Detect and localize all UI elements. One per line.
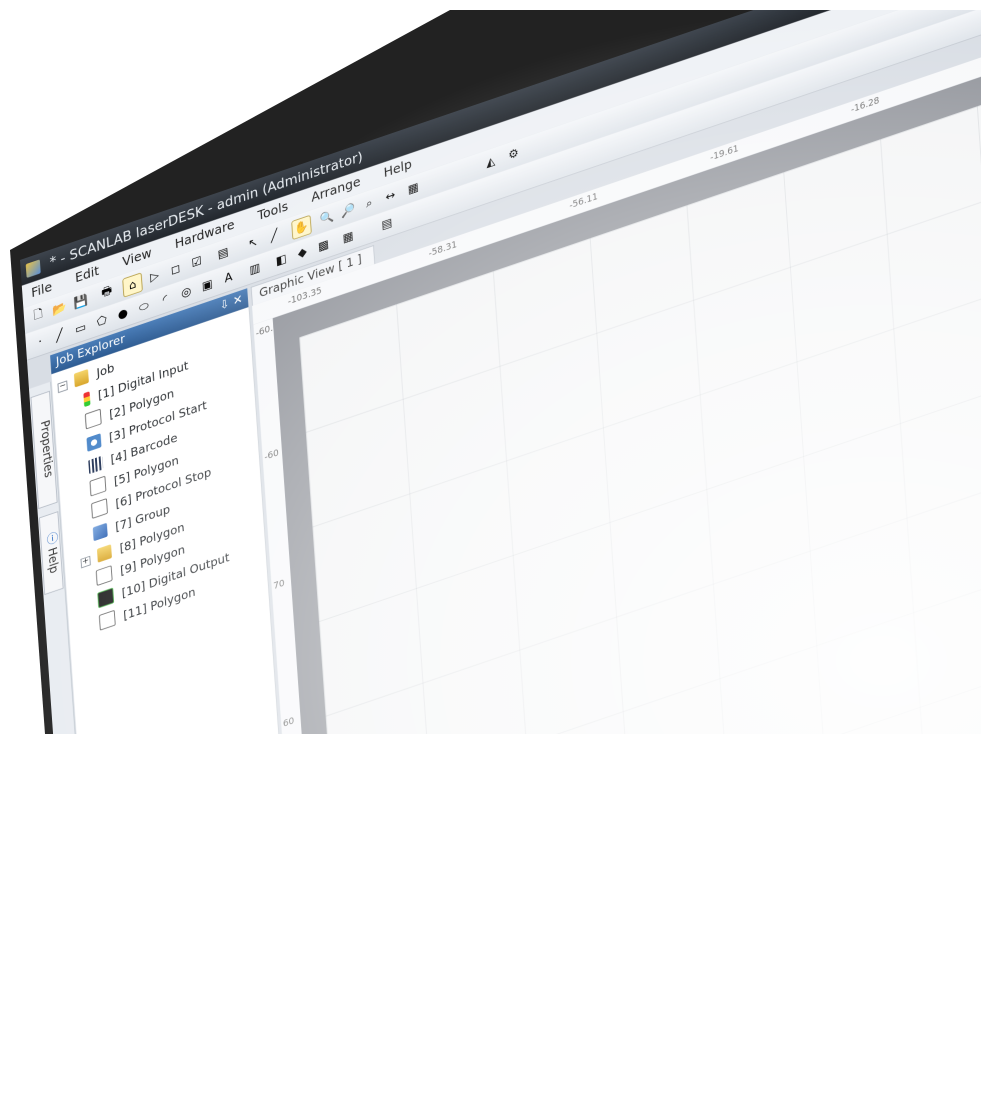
measure-icon[interactable]: ↔ [381, 185, 400, 208]
circle-tool-icon[interactable]: ● [113, 302, 132, 325]
zoom-fit-icon[interactable]: ⌕ [360, 192, 379, 215]
spiral-tool-icon[interactable]: ◎ [177, 281, 196, 304]
polygon-icon [95, 565, 113, 586]
digital-output-icon [97, 587, 115, 609]
hatch-icon[interactable]: ▤ [377, 212, 396, 235]
line-tool-icon[interactable]: ╱ [265, 224, 284, 247]
stop-icon[interactable]: ◻ [166, 258, 185, 281]
tab-properties-label: Properties [37, 418, 55, 480]
rectangle-tool-icon[interactable]: ▭ [71, 317, 90, 340]
open-folder-icon[interactable]: 📂 [50, 297, 69, 320]
tab-help[interactable]: ⓘ Help [38, 511, 64, 596]
job-tree: − Job [1] Digital Input [2] Polygon [3] … [51, 306, 284, 734]
settings-icon[interactable]: ⚙ [504, 143, 523, 166]
protocol-start-icon [86, 433, 102, 452]
pointer-icon[interactable]: ↖ [244, 231, 263, 254]
laserdesk-window: * - SCANLAB laserDESK - admin (Administr… [20, 10, 981, 734]
job-icon [74, 368, 90, 388]
arc-tool-icon[interactable]: ◜ [156, 288, 175, 311]
expand-icon[interactable]: + [80, 555, 91, 569]
job-icon[interactable]: ▤ [214, 242, 233, 265]
polygon-icon [84, 408, 102, 430]
table-icon[interactable]: ▦ [339, 225, 358, 248]
save-icon[interactable]: 💾 [71, 290, 90, 313]
grid-icon[interactable]: ▦ [404, 177, 423, 200]
text-tool-icon[interactable]: A [219, 266, 238, 289]
check-icon[interactable]: ☑ [187, 251, 206, 274]
polygon-tool-icon[interactable]: ⬠ [92, 309, 111, 332]
polygon-folder-icon [97, 544, 113, 563]
line-draw-icon[interactable]: ╱ [50, 324, 69, 347]
ruler-label: -60 [264, 448, 280, 463]
ellipse-tool-icon[interactable]: ⬭ [135, 295, 154, 318]
collapse-icon[interactable]: − [57, 380, 68, 394]
digital-input-icon [83, 391, 91, 408]
layer-icon[interactable]: ◧ [272, 248, 291, 271]
laser-icon[interactable]: ◭ [481, 150, 500, 173]
menu-file[interactable]: File [31, 280, 53, 301]
ruler-label: 70 [273, 578, 285, 592]
image-tool-icon[interactable]: ▣ [198, 273, 217, 296]
zoom-out-icon[interactable]: 🔍 [318, 206, 337, 229]
group-icon[interactable]: ◆ [293, 241, 312, 264]
dot-tool-icon[interactable]: · [31, 330, 50, 353]
barcode-tool-icon[interactable]: ▥ [245, 257, 264, 280]
new-file-icon[interactable]: 🗋 [29, 305, 48, 328]
app-icon [25, 259, 41, 278]
ruler-label: 60 [282, 716, 295, 730]
barcode-icon [88, 455, 104, 475]
polygon-icon [98, 609, 116, 631]
protocol-stop-icon [91, 498, 108, 519]
digital-io-icon[interactable]: ▩ [314, 234, 333, 257]
play-icon[interactable]: ▷ [145, 265, 164, 288]
zoom-in-icon[interactable]: 🔎 [339, 199, 358, 222]
tree-root-label: Job [96, 361, 115, 381]
monitor-screen: * - SCANLAB laserDESK - admin (Administr… [10, 10, 981, 734]
group-icon [92, 522, 108, 542]
polygon-icon [89, 475, 107, 497]
print-icon[interactable]: 🖶 [98, 281, 117, 304]
tab-help-label: Help [44, 545, 60, 576]
